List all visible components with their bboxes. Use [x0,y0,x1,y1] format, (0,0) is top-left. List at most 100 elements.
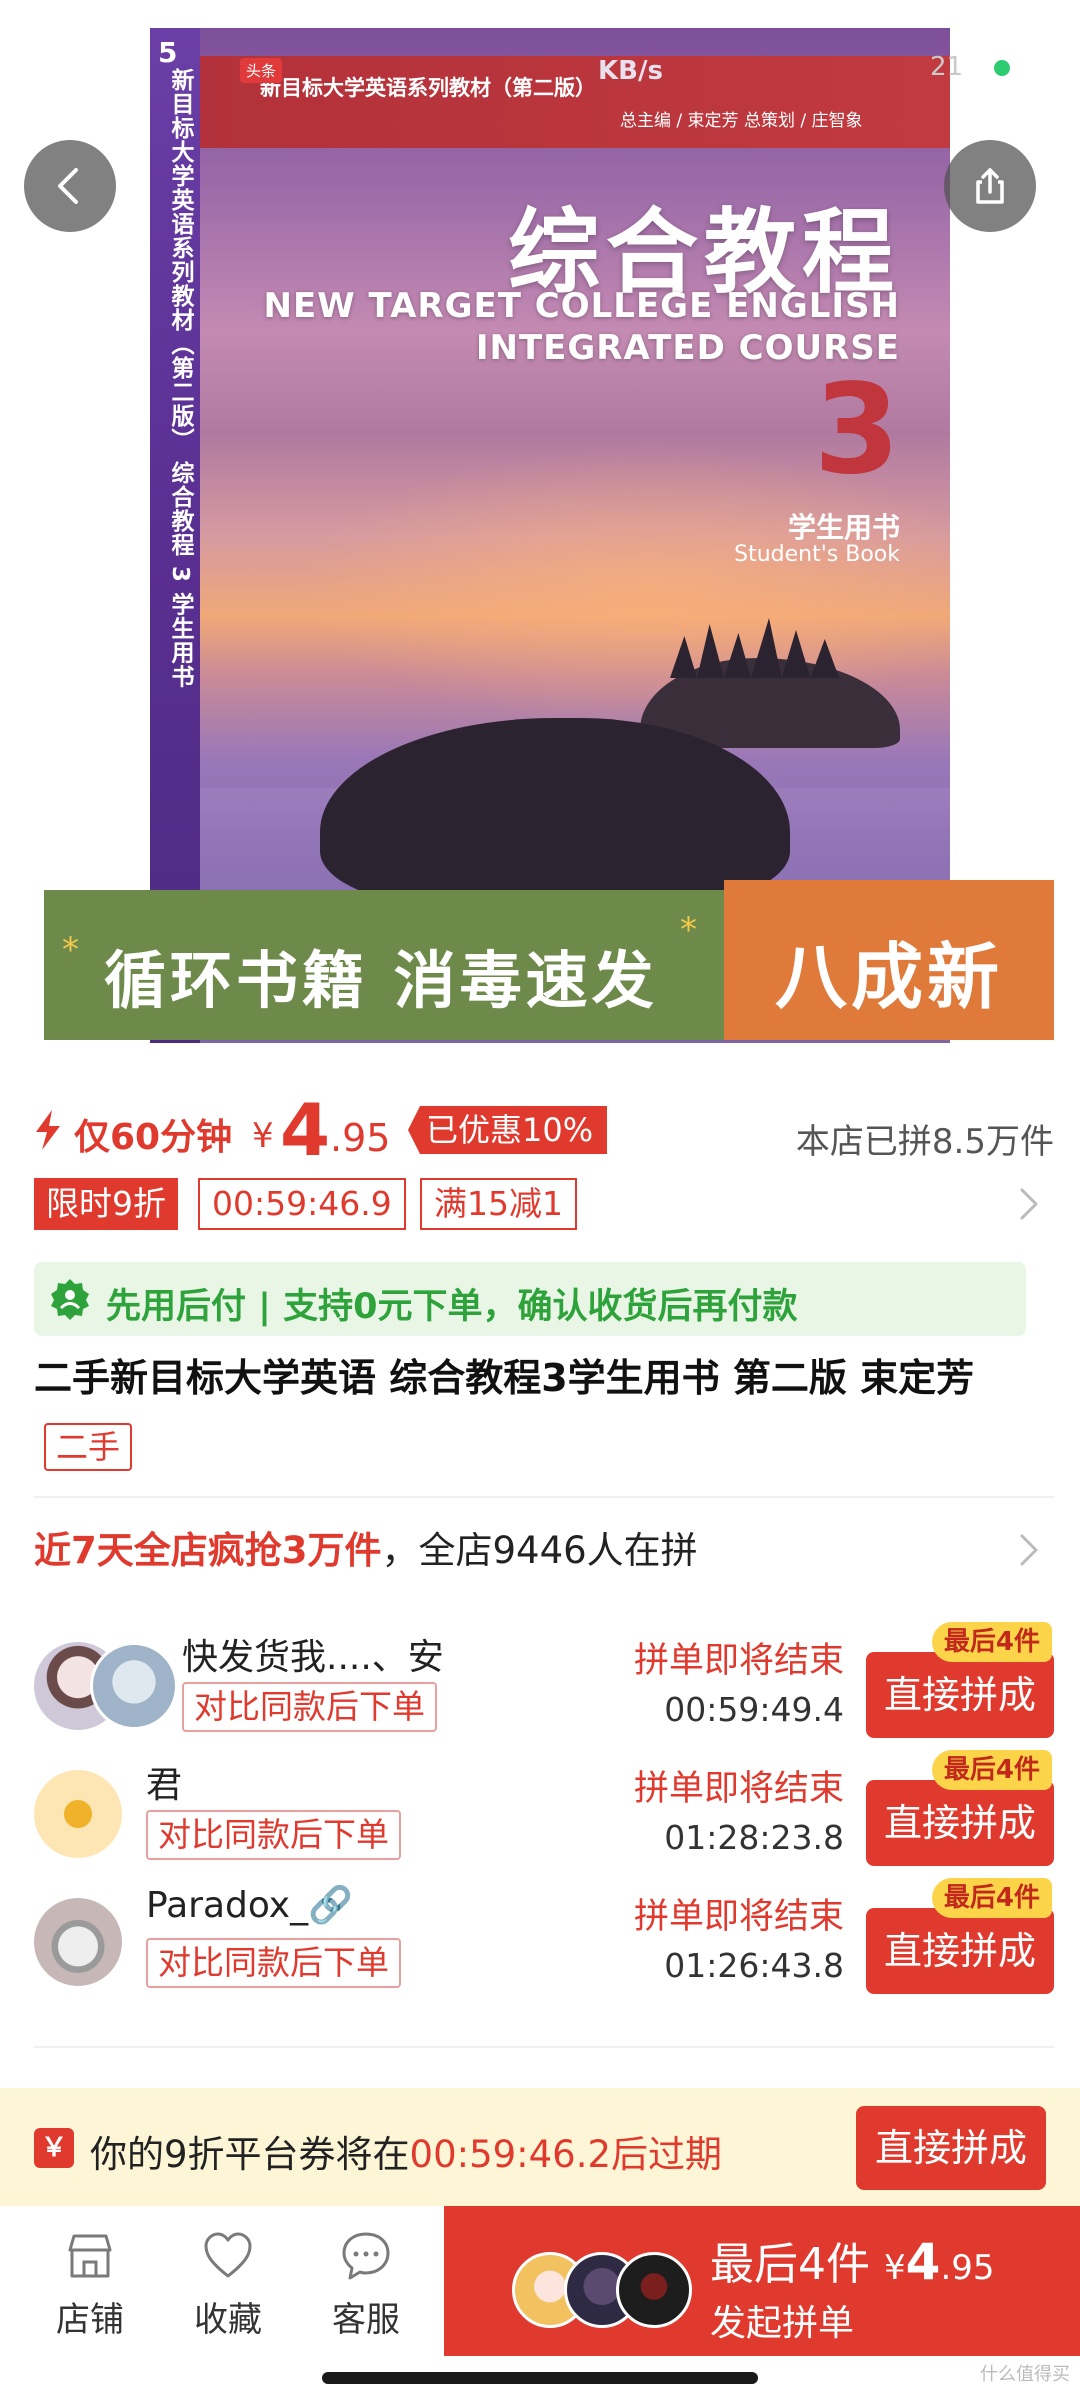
avatar [616,2252,692,2328]
banner-condition: 八成新 [774,935,1003,1019]
divider [34,2046,1054,2048]
spine-text: 新目标大学英语系列教材（第二版） 综合教程 3 学生用书 [167,68,193,689]
limited-discount-label: 限时9折 [34,1178,178,1230]
divider [34,1496,1054,1498]
group-timer: 00:59:49.4 [664,1690,844,1729]
star-icon: * [680,910,697,950]
buy-action-label: 发起拼单 [710,2303,855,2344]
join-group-button[interactable]: 直接拼成 [866,1908,1054,1994]
pay-later-banner[interactable]: 先用后付 | 支持0元下单，确认收货后再付款 [34,1262,1026,1336]
chevron-right-icon [1020,1188,1038,1220]
tab-store[interactable]: 店铺 [30,2228,150,2341]
bottom-action-bar: 店铺 收藏 客服 最后4件 ¥4.95 发起拼单 [0,2206,1080,2356]
group-leader-name: 君 [146,1765,183,1806]
watermark: 什么值得买 [980,2364,1070,2385]
cover-series: 新目标大学英语系列教材（第二版） [260,76,596,100]
group-timer: 01:28:23.8 [664,1818,844,1857]
cover-student-cn: 学生用书 [787,511,900,544]
price-row: 仅60分钟 ¥ 4 .95 已优惠10% 本店已拼8.5万件 [34,1090,1054,1170]
group-leader-name: Paradox_🔗 [146,1885,353,1926]
home-indicator[interactable] [322,2372,758,2384]
start-group-button[interactable]: 最后4件 ¥4.95 发起拼单 [444,2206,1080,2356]
avatar [34,1770,122,1858]
coupon-join-button[interactable]: 直接拼成 [856,2106,1046,2190]
product-image-gallery[interactable]: 5 新目标大学英语系列教材（第二版） 综合教程 3 学生用书 新目标大学英语系列… [0,0,1080,1060]
join-group-button[interactable]: 直接拼成 [866,1652,1054,1738]
coupon-expiry-text: 你的9折平台券将在00:59:46.2后过期 [90,2124,722,2178]
coupon-icon: ￥ [34,2128,74,2168]
lightning-icon [36,1110,60,1150]
secondhand-tag: 二手 [44,1422,133,1471]
cover-headline-tag: 头条 [240,58,283,83]
group-count-text: ，全店9446人在拼 [381,1529,698,1572]
tab-favorite-label: 收藏 [194,2300,262,2340]
banner-slogan: 循环书籍 消毒速发 [104,944,658,1017]
group-ending-label: 拼单即将结束 [633,1769,844,1809]
compare-button[interactable]: 对比同款后下单 [146,1810,401,1860]
sold-count: 本店已拼8.5万件 [795,1122,1054,1162]
price-integer: 4 [280,1088,331,1172]
product-title: 二手新目标大学英语 综合教程3学生用书 第二版 束定芳二手 [34,1345,1044,1477]
stock-badge: 最后4件 [931,1878,1052,1918]
group-ending-label: 拼单即将结束 [633,1897,844,1937]
stock-badge: 最后4件 [931,1622,1052,1662]
store-icon [68,2234,112,2278]
buy-price-line: 最后4件 ¥4.95 [710,2228,995,2292]
share-icon [976,168,1004,204]
group-row: 快发货我....、安 对比同款后下单 拼单即将结束 00:59:49.4 直接拼… [34,1622,1054,1748]
hot-sales-text: 近7天全店疯抢3万件 [34,1529,382,1572]
group-leader-name: 快发货我....、安 [182,1637,444,1678]
join-group-button[interactable]: 直接拼成 [866,1780,1054,1866]
share-button[interactable] [944,140,1036,232]
status-indicator-dot [994,60,1010,76]
cover-volume-number: 3 [813,358,900,502]
banner-slogan-block: * 循环书籍 消毒速发 * [44,890,724,1040]
banner-condition-block: 八成新 [724,880,1054,1040]
star-icon: * [62,930,79,970]
buy-currency: ¥ [884,2248,906,2288]
chat-icon [342,2232,390,2280]
group-timer: 01:26:43.8 [664,1946,844,1985]
pay-later-text: 先用后付 | 支持0元下单，确认收货后再付款 [106,1287,798,1327]
stock-badge: 最后4件 [931,1750,1052,1790]
tab-service-label: 客服 [332,2300,400,2340]
cover-rock [320,718,790,908]
cover-student-en: Student's Book [734,542,900,567]
tab-favorite[interactable]: 收藏 [168,2228,288,2341]
buy-stock-label: 最后4件 [710,2239,870,2290]
avatar [34,1898,122,1986]
compare-button[interactable]: 对比同款后下单 [182,1682,437,1732]
spine-number: 5 [158,36,178,69]
product-title-text: 二手新目标大学英语 综合教程3学生用书 第二版 束定芳 [34,1356,975,1400]
price-decimal: .95 [330,1116,391,1160]
hot-sales-row[interactable]: 近7天全店疯抢3万件，全店9446人在拼 [34,1520,1054,1580]
group-row: 君 对比同款后下单 拼单即将结束 01:28:23.8 直接拼成 最后4件 [34,1750,1054,1876]
coupon-expiry-prefix: 你的9折平台券将在 [90,2133,410,2176]
limited-discount-timer: 00:59:46.9 [198,1178,406,1230]
avatar [90,1642,178,1730]
group-ending-label: 拼单即将结束 [633,1641,844,1681]
cover-editors: 总主编 / 束定芳 总策划 / 庄智象 [620,111,863,131]
cover-title-en-line1: NEW TARGET COLLEGE ENGLISH [263,286,900,326]
group-row: Paradox_🔗 对比同款后下单 拼单即将结束 01:26:43.8 直接拼成… [34,1878,1054,2004]
compare-button[interactable]: 对比同款后下单 [146,1938,401,1988]
condition-banner: * 循环书籍 消毒速发 * 八成新 [44,880,1054,1040]
coupon-expiry-timer: 00:59:46.2后过期 [409,2133,723,2176]
discount-tag: 已优惠10% [408,1106,608,1154]
tab-service[interactable]: 客服 [306,2228,426,2341]
flash-sale-label: 仅60分钟 [74,1117,233,1158]
store-coupon: 满15减1 [420,1178,577,1230]
status-battery: 21 [930,52,964,82]
status-network-speed: KB/s [598,56,663,86]
coupon-expiry-bar: ￥ 你的9折平台券将在00:59:46.2后过期 直接拼成 [0,2088,1080,2206]
chevron-left-icon [58,168,78,204]
chevron-right-icon [1020,1534,1038,1566]
cover-series-bar: 新目标大学英语系列教材（第二版） 总主编 / 束定芳 总策划 / 庄智象 [200,56,950,148]
promo-row[interactable]: 限时9折 00:59:46.9 满15减1 [34,1178,1054,1234]
price-currency: ¥ [252,1116,274,1156]
back-button[interactable] [24,140,116,232]
buy-price-integer: 4 [905,2233,941,2291]
tab-store-label: 店铺 [56,2300,124,2340]
buy-price-decimal: .95 [940,2248,995,2288]
pay-later-badge-icon [51,1279,89,1320]
